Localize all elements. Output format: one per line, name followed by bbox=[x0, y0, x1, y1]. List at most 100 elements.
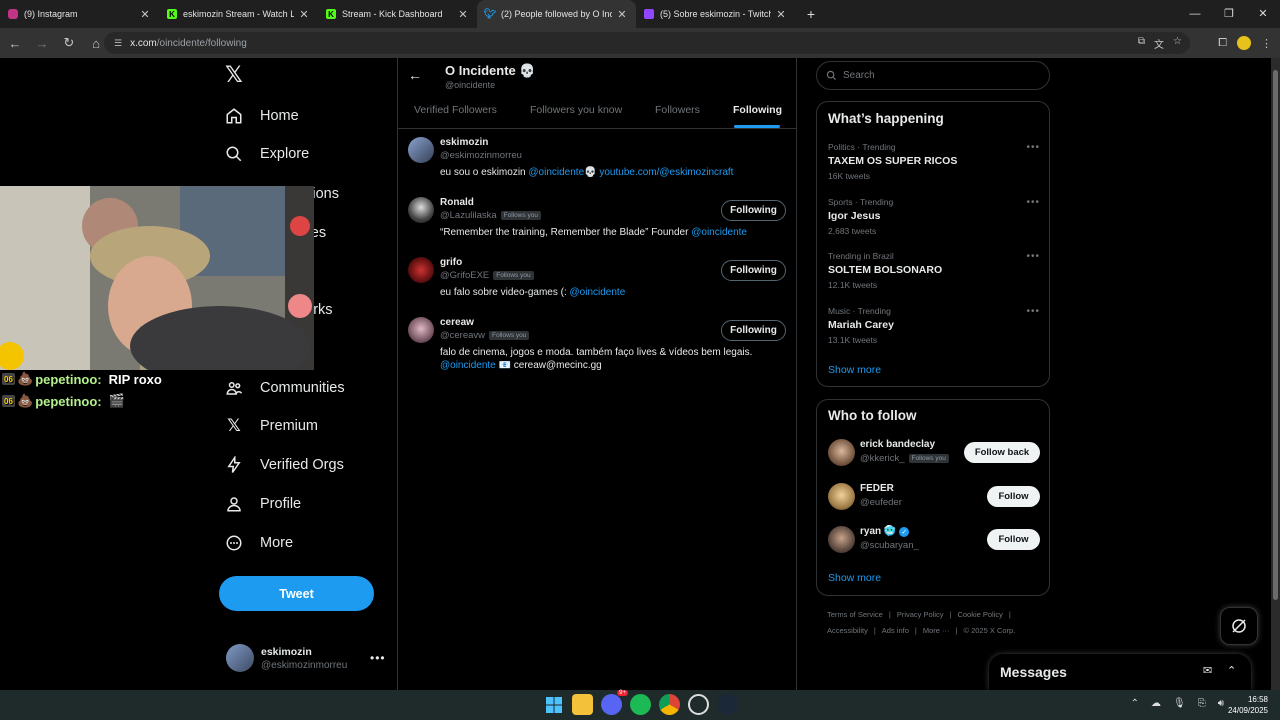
browser-tab-instagram[interactable]: (9) Instagram ✕ bbox=[0, 0, 159, 28]
more-dots-icon[interactable]: ••• bbox=[1026, 251, 1040, 262]
user-row[interactable]: cereaw @cereavw Follows you Following fal… bbox=[408, 317, 786, 377]
steam-icon[interactable] bbox=[717, 694, 738, 715]
bookmark-star-icon[interactable]: ☆ bbox=[1173, 36, 1182, 51]
account-switcher[interactable]: eskimozin @eskimozinmorreu bbox=[226, 644, 347, 672]
more-dots-icon[interactable]: ••• bbox=[1026, 306, 1040, 317]
chrome-icon[interactable] bbox=[659, 694, 680, 715]
tweet-button[interactable]: Tweet bbox=[219, 576, 374, 611]
follow-back-button[interactable]: Follow back bbox=[964, 442, 1040, 463]
search-input[interactable]: Search bbox=[816, 61, 1050, 90]
user-bio: eu falo sobre video-games (: @oincidente bbox=[440, 287, 626, 298]
nav-item-explore[interactable]: Explore bbox=[224, 140, 309, 168]
bio-link[interactable]: @oincidente💀 youtube.com/@eskimozincraft bbox=[528, 167, 733, 178]
suggested-user[interactable]: FEDER @eufeder Follow bbox=[828, 482, 1040, 512]
trend-item[interactable]: Trending in Brazil SOLTEM BOLSONARO 12.1… bbox=[828, 251, 1040, 290]
tab-verified-followers[interactable]: Verified Followers bbox=[414, 104, 497, 116]
more-circle-icon bbox=[224, 533, 244, 553]
nav-item-home[interactable]: Home bbox=[224, 102, 299, 130]
spotify-icon[interactable] bbox=[630, 694, 651, 715]
volume-icon[interactable]: 🔊︎ bbox=[1218, 698, 1224, 709]
close-tab-icon[interactable]: ✕ bbox=[457, 8, 469, 21]
back-arrow-icon[interactable]: ← bbox=[3, 36, 27, 51]
bio-link[interactable]: @oincidente bbox=[691, 227, 747, 238]
show-more-link[interactable]: Show more bbox=[828, 572, 881, 584]
tab-following[interactable]: Following bbox=[733, 104, 782, 116]
omnibox-actions: ⧉ 文 ☆ bbox=[1138, 36, 1182, 51]
trend-item[interactable]: Sports · Trending Igor Jesus 2,683 tweet… bbox=[828, 197, 1040, 236]
reload-icon[interactable]: ↻ bbox=[57, 35, 81, 51]
file-explorer-icon[interactable] bbox=[572, 694, 593, 715]
trend-item[interactable]: Politics · Trending TAXEM OS SUPER RICOS… bbox=[828, 142, 1040, 181]
install-app-icon[interactable]: ⧉ bbox=[1138, 36, 1145, 51]
close-window-icon[interactable]: ✕ bbox=[1246, 0, 1280, 28]
more-dots-icon[interactable]: ••• bbox=[1026, 197, 1040, 208]
x-logo-icon[interactable]: 𝕏 bbox=[225, 64, 247, 86]
restore-icon[interactable]: ❐ bbox=[1212, 0, 1246, 28]
translate-icon[interactable]: 文 bbox=[1154, 36, 1164, 51]
suggested-user[interactable]: erick bandeclay @kkerick_ Follows you Fol… bbox=[828, 438, 1040, 468]
trend-item[interactable]: Music · Trending Mariah Carey 13.1K twee… bbox=[828, 306, 1040, 345]
nav-item-premium[interactable]: 𝕏 Premium bbox=[224, 412, 318, 440]
page-scrollbar[interactable] bbox=[1271, 58, 1280, 690]
browser-tab-kick-dashboard[interactable]: K Stream - Kick Dashboard ✕ bbox=[318, 0, 477, 28]
browser-tab-twitter[interactable]: 🐦︎ (2) People followed by O Incide ✕ bbox=[477, 0, 636, 28]
webcam-feed bbox=[0, 186, 314, 370]
network-icon[interactable]: ⎘ bbox=[1198, 698, 1206, 709]
user-row[interactable]: Ronald @Lazulilaska Follows you Following… bbox=[408, 197, 786, 249]
following-button[interactable]: Following bbox=[721, 320, 786, 341]
tab-followers[interactable]: Followers bbox=[655, 104, 700, 116]
extensions-icon[interactable]: ⧠ bbox=[1218, 37, 1227, 50]
minimize-icon[interactable]: — bbox=[1178, 0, 1212, 28]
following-button[interactable]: Following bbox=[721, 260, 786, 281]
avatar bbox=[408, 137, 434, 163]
show-more-link[interactable]: Show more bbox=[828, 364, 881, 376]
microphone-icon[interactable]: 🎙︎ bbox=[1173, 698, 1186, 709]
discord-icon[interactable]: 9+ bbox=[601, 690, 628, 715]
nav-item-more[interactable]: More bbox=[224, 529, 293, 557]
profile-avatar-icon[interactable] bbox=[1237, 36, 1251, 50]
close-tab-icon[interactable]: ✕ bbox=[616, 8, 628, 21]
bio-link[interactable]: @oincidente bbox=[570, 287, 626, 298]
browser-tab-kick-watch[interactable]: K eskimozin Stream - Watch Live ✕ bbox=[159, 0, 318, 28]
new-message-icon[interactable]: ✉ bbox=[1203, 664, 1212, 677]
new-tab-icon[interactable]: + bbox=[799, 6, 823, 22]
column-divider bbox=[397, 58, 398, 690]
obs-icon[interactable] bbox=[688, 694, 709, 715]
expand-up-icon[interactable]: ⌃ bbox=[1227, 664, 1236, 677]
forward-arrow-icon[interactable]: → bbox=[30, 36, 54, 51]
following-button[interactable]: Following bbox=[721, 200, 786, 221]
close-tab-icon[interactable]: ✕ bbox=[775, 8, 787, 21]
clock[interactable]: 16:58 24/09/2025 bbox=[1228, 694, 1268, 716]
close-tab-icon[interactable]: ✕ bbox=[139, 8, 151, 21]
messages-drawer[interactable]: Messages ✉ ⌃ bbox=[989, 654, 1251, 690]
user-row[interactable]: eskimozin @eskimozinmorreu eu sou o eski… bbox=[408, 137, 786, 189]
panel-title: What’s happening bbox=[828, 111, 944, 126]
close-tab-icon[interactable]: ✕ bbox=[298, 8, 310, 21]
avatar bbox=[408, 197, 434, 223]
grok-button[interactable] bbox=[1220, 607, 1258, 645]
user-row[interactable]: grifo @GrifoEXE Follows you Following eu … bbox=[408, 257, 786, 309]
system-tray: ⌃ ☁ 🎙︎ ⎘ 🔊︎ bbox=[1131, 698, 1224, 709]
site-info-icon[interactable]: ☰ bbox=[114, 38, 122, 49]
follow-button[interactable]: Follow bbox=[987, 486, 1040, 507]
follow-button[interactable]: Follow bbox=[987, 529, 1040, 550]
back-arrow-icon[interactable]: ← bbox=[408, 67, 422, 83]
bio-link[interactable]: @oincidente bbox=[440, 360, 496, 371]
kebab-menu-icon[interactable]: ⋮ bbox=[1261, 37, 1272, 50]
nav-item-verified-orgs[interactable]: Verified Orgs bbox=[224, 451, 344, 479]
cloud-icon[interactable]: ☁ bbox=[1151, 698, 1161, 709]
address-bar[interactable]: ☰ x.com/oincidente/following ⧉ 文 ☆ bbox=[104, 32, 1190, 54]
more-dots-icon[interactable]: ••• bbox=[1026, 142, 1040, 153]
profile-handle: @oincidente bbox=[445, 80, 496, 90]
footer-links: Terms of Service | Privacy Policy | Cookie… bbox=[827, 610, 1011, 619]
scrollbar-thumb[interactable] bbox=[1273, 70, 1278, 600]
browser-tab-twitch[interactable]: (5) Sobre eskimozin - Twitch ✕ bbox=[636, 0, 795, 28]
tray-chevron-icon[interactable]: ⌃ bbox=[1131, 698, 1139, 709]
nav-item-communities[interactable]: Communities bbox=[224, 374, 345, 402]
more-dots-icon[interactable]: ••• bbox=[370, 651, 386, 665]
tab-followers-you-know[interactable]: Followers you know bbox=[530, 104, 622, 116]
nav-item-profile[interactable]: Profile bbox=[224, 490, 301, 518]
windows-start-icon[interactable] bbox=[543, 694, 564, 715]
suggested-user[interactable]: ryan 🥶 ✓ @scubaryan_ Follow bbox=[828, 525, 1040, 555]
footer-links: Accessibility | Ads info | More ··· | © 202… bbox=[827, 626, 1016, 635]
